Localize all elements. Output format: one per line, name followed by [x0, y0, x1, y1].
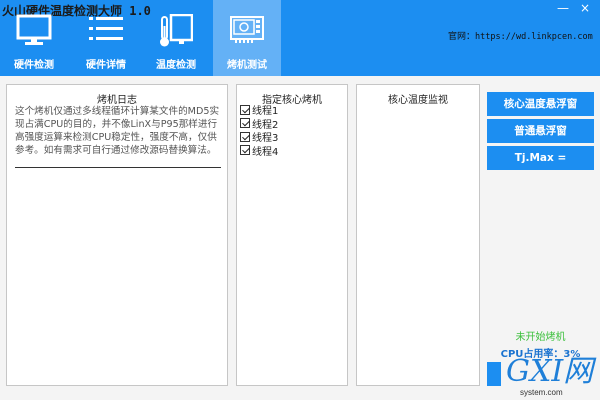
- tab-label: 硬件详情: [86, 60, 126, 71]
- thermometer-monitor-icon: [159, 13, 194, 52]
- checkbox-checked-icon[interactable]: [240, 104, 250, 115]
- tab-label: 硬件检测: [14, 60, 54, 71]
- thread-checkbox-3[interactable]: 线程3: [240, 130, 278, 144]
- log-divider: [15, 167, 221, 168]
- thread-checkbox-4[interactable]: 线程4: [240, 144, 278, 158]
- thread-checkbox-2[interactable]: 线程2: [240, 117, 278, 131]
- tab-temperature[interactable]: 温度检测: [142, 0, 210, 76]
- burn-status: 未开始烤机: [515, 332, 566, 343]
- tab-label: 温度检测: [156, 60, 196, 71]
- site-label: 官网：: [448, 32, 476, 42]
- cpu-usage-bar: [487, 362, 501, 386]
- watermark-text: GXI网: [506, 354, 594, 389]
- list-icon: [88, 14, 124, 48]
- checkbox-checked-icon[interactable]: [240, 145, 250, 156]
- website-link[interactable]: 官网：https://wd.linkpcen.com: [448, 29, 593, 42]
- app-window: 火山硬件温度检测大师 1.0 — × 硬件检测 硬件详情 温度检测 烤机测试 官…: [0, 0, 600, 400]
- minimize-button[interactable]: —: [557, 2, 569, 14]
- thread-checkbox-1[interactable]: 线程1: [240, 103, 278, 117]
- watermark-domain: system.com: [520, 388, 563, 397]
- burn-log-title: 烤机日志: [97, 95, 137, 106]
- tab-label: 烤机测试: [227, 60, 267, 71]
- tab-hardware-detect[interactable]: 硬件检测: [0, 0, 68, 76]
- checkbox-checked-icon[interactable]: [240, 131, 250, 142]
- core-temp-float-button[interactable]: 核心温度悬浮窗: [487, 92, 594, 116]
- watermark-logo: GXI网 system.com: [506, 356, 600, 400]
- thread-label: 线程4: [252, 146, 279, 158]
- burn-log-text: 这个烤机仅通过多线程循环计算某文件的MD5实现占满CPU的目的，并不像LinX与…: [15, 106, 220, 156]
- graphics-card-icon: [229, 14, 265, 48]
- core-temp-panel: 核心温度监视: [356, 84, 480, 386]
- site-url[interactable]: https://wd.linkpcen.com: [475, 32, 593, 42]
- normal-float-button[interactable]: 普通悬浮窗: [487, 119, 594, 143]
- monitor-icon: [16, 14, 52, 50]
- header-bar: 火山硬件温度检测大师 1.0 — × 硬件检测 硬件详情 温度检测 烤机测试 官…: [0, 0, 600, 76]
- core-select-panel: 指定核心烤机 线程1 线程2 线程3 线程4: [236, 84, 348, 386]
- tjmax-button[interactable]: Tj.Max =: [487, 146, 594, 170]
- checkbox-checked-icon[interactable]: [240, 118, 250, 129]
- close-button[interactable]: ×: [580, 2, 590, 14]
- burn-log-panel: 烤机日志 这个烤机仅通过多线程循环计算某文件的MD5实现占满CPU的目的，并不像…: [6, 84, 228, 386]
- tab-burn-test[interactable]: 烤机测试: [213, 0, 281, 76]
- thread-checklist: 线程1 线程2 线程3 线程4: [240, 103, 278, 158]
- tab-hardware-detail[interactable]: 硬件详情: [72, 0, 140, 76]
- core-temp-title: 核心温度监视: [388, 95, 448, 106]
